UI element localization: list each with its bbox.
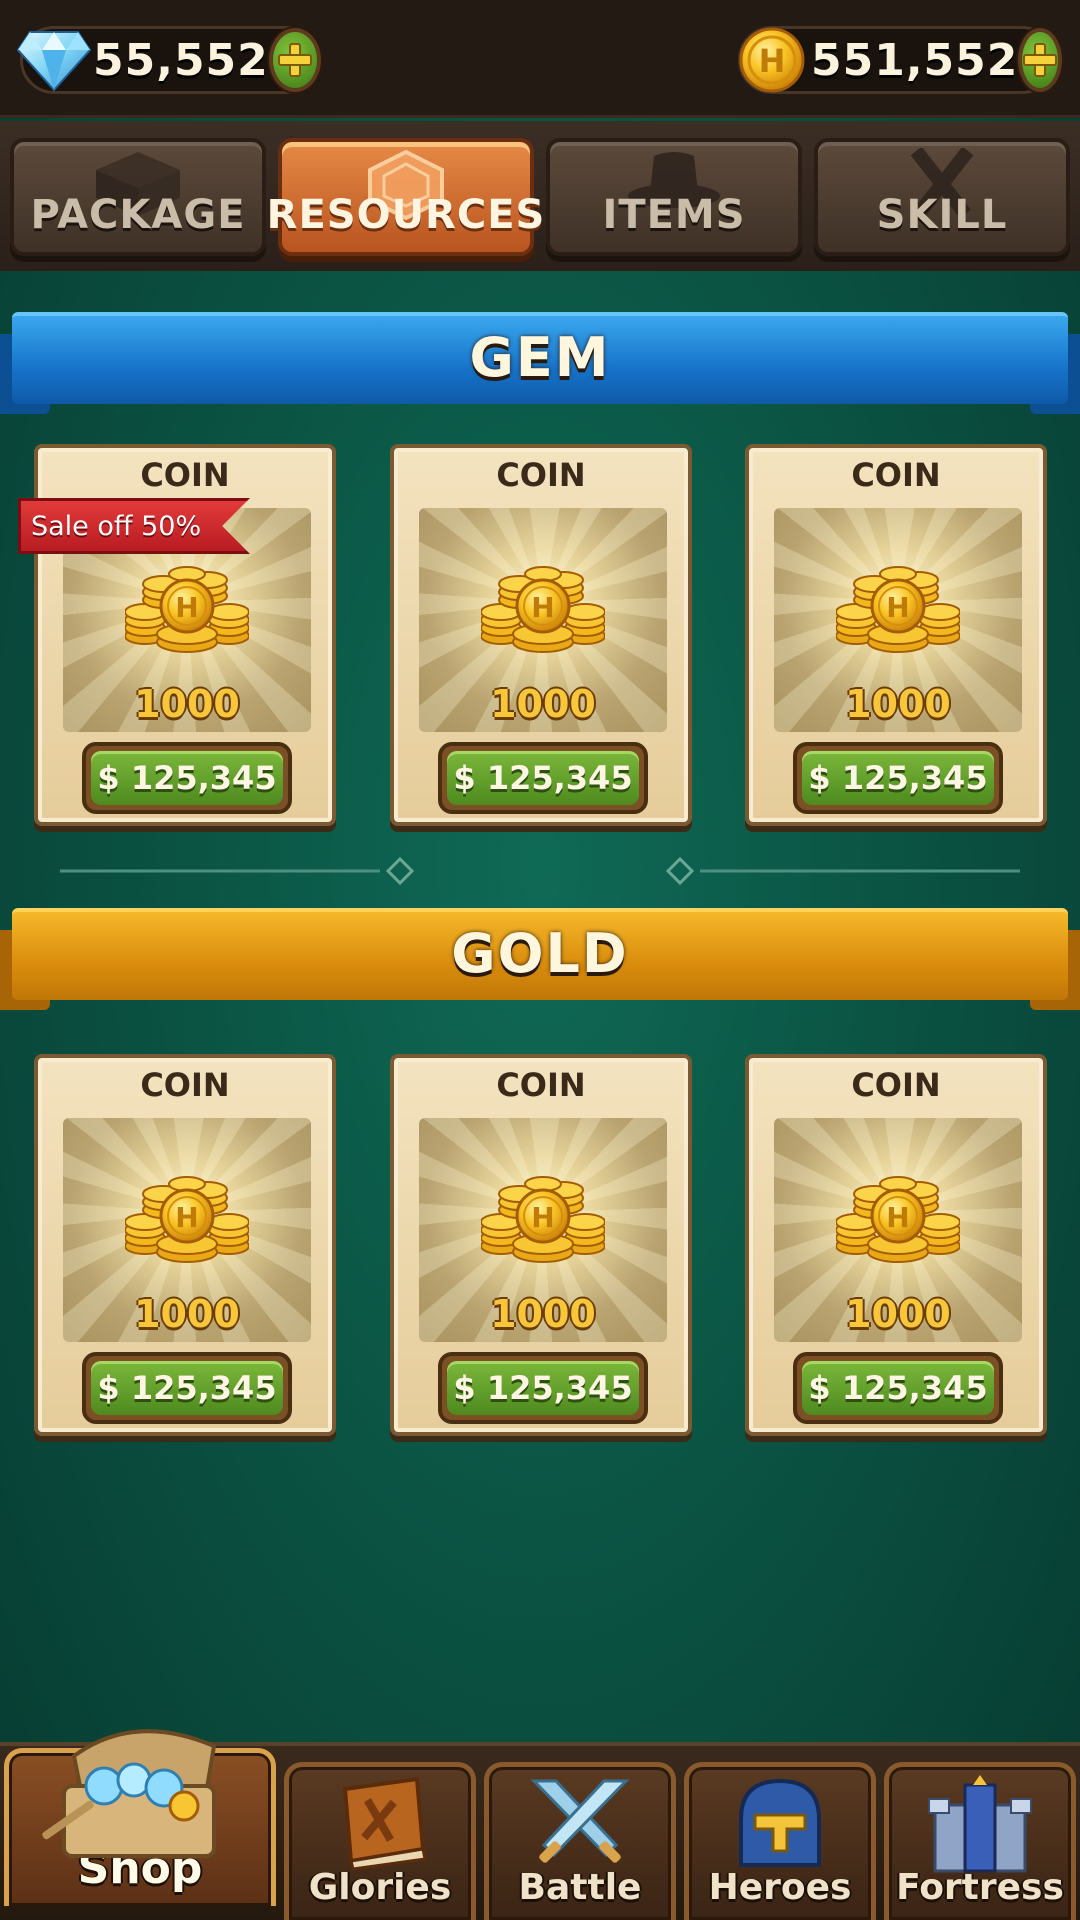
coin-balance: H 551,552 xyxy=(738,26,1063,94)
nav-glories[interactable]: Glories xyxy=(284,1762,476,1920)
crossed-swords-icon xyxy=(530,1779,630,1863)
price-label: $ 125,345 xyxy=(91,1361,283,1415)
diamond-icon xyxy=(15,21,93,99)
plus-icon xyxy=(277,43,312,77)
tab-resources-label: RESOURCES xyxy=(266,192,546,238)
card-title: COIN xyxy=(140,456,230,494)
tab-skill-label: SKILL xyxy=(876,192,1008,238)
nav-fortress-label: Fortress xyxy=(896,1867,1064,1908)
gold-coin-card-1[interactable]: COIN 1000 $ 125,345 xyxy=(34,1054,336,1436)
tab-skill[interactable]: SKILL xyxy=(814,138,1070,256)
coin-amount: 551,552 xyxy=(811,34,1019,86)
buy-button[interactable]: $ 125,345 xyxy=(82,742,292,814)
nav-heroes-label: Heroes xyxy=(708,1867,852,1908)
tab-package-label: PACKAGE xyxy=(30,192,246,238)
tower-icon xyxy=(928,1775,1032,1873)
card-amount: 1000 xyxy=(490,1292,596,1336)
gem-amount: 55,552 xyxy=(93,34,269,86)
gem-coin-card-3[interactable]: COIN 1000 $ 125,345 xyxy=(745,444,1047,826)
knight-helmet-icon xyxy=(739,1778,821,1867)
svg-text:H: H xyxy=(759,42,786,80)
gold-coin-card-3[interactable]: COIN 1000 $ 125,345 xyxy=(745,1054,1047,1436)
nav-glories-label: Glories xyxy=(308,1867,452,1908)
buy-button[interactable]: $ 125,345 xyxy=(793,742,1003,814)
sale-tag: Sale off 50% xyxy=(18,498,250,554)
card-amount: 1000 xyxy=(134,682,240,726)
coin-pile-icon xyxy=(481,1175,605,1264)
price-label: $ 125,345 xyxy=(447,1361,639,1415)
coin-pile-image: 1000 xyxy=(774,508,1022,732)
coin-pile-image: 1000 xyxy=(419,1118,667,1342)
coin-pile-image: 1000 xyxy=(774,1118,1022,1342)
price-label: $ 125,345 xyxy=(447,751,639,805)
card-amount: 1000 xyxy=(845,1292,951,1336)
nav-heroes[interactable]: Heroes xyxy=(684,1762,876,1920)
nav-battle[interactable]: Battle xyxy=(484,1762,676,1920)
buy-button[interactable]: $ 125,345 xyxy=(793,1352,1003,1424)
gold-coin-card-2[interactable]: COIN 1000 $ 125,345 xyxy=(390,1054,692,1436)
card-amount: 1000 xyxy=(845,682,951,726)
gem-section-title: GEM xyxy=(469,326,611,389)
gem-coin-card-2[interactable]: COIN 1000 $ 125,345 xyxy=(390,444,692,826)
book-icon xyxy=(342,1776,427,1871)
tab-package[interactable]: PACKAGE xyxy=(10,138,266,256)
nav-fortress[interactable]: Fortress xyxy=(884,1762,1076,1920)
buy-button[interactable]: $ 125,345 xyxy=(82,1352,292,1424)
coin-pile-image: 1000 xyxy=(63,1118,311,1342)
coin-pile-icon xyxy=(481,565,605,654)
buy-button[interactable]: $ 125,345 xyxy=(438,742,648,814)
gem-section-banner: GEM xyxy=(0,312,1080,414)
section-divider xyxy=(60,856,1020,886)
coin-pile-image: 1000 xyxy=(419,508,667,732)
card-amount: 1000 xyxy=(134,1292,240,1336)
tab-resources[interactable]: RESOURCES xyxy=(267,138,544,256)
tab-items-label: ITEMS xyxy=(602,192,746,238)
coin-pile-icon xyxy=(836,565,960,654)
tab-items[interactable]: ITEMS xyxy=(546,138,802,256)
coin-pile-icon xyxy=(836,1175,960,1264)
coin-pile-icon xyxy=(125,1175,249,1264)
plus-icon xyxy=(1023,43,1058,77)
price-label: $ 125,345 xyxy=(802,751,994,805)
h-coin-icon: H xyxy=(733,21,811,99)
gold-section-banner: GOLD xyxy=(0,908,1080,1010)
add-gems-button[interactable] xyxy=(268,28,321,92)
card-title: COIN xyxy=(140,1066,230,1104)
treasure-chest-icon xyxy=(42,1729,217,1858)
gold-section-title: GOLD xyxy=(451,922,629,985)
card-title: COIN xyxy=(496,1066,586,1104)
buy-button[interactable]: $ 125,345 xyxy=(438,1352,648,1424)
price-label: $ 125,345 xyxy=(802,1361,994,1415)
card-title: COIN xyxy=(851,456,941,494)
card-title: COIN xyxy=(496,456,586,494)
price-label: $ 125,345 xyxy=(91,751,283,805)
coin-pile-icon xyxy=(125,565,249,654)
card-amount: 1000 xyxy=(490,682,596,726)
nav-battle-label: Battle xyxy=(518,1867,642,1908)
card-title: COIN xyxy=(851,1066,941,1104)
gem-balance: 55,552 xyxy=(16,26,321,94)
